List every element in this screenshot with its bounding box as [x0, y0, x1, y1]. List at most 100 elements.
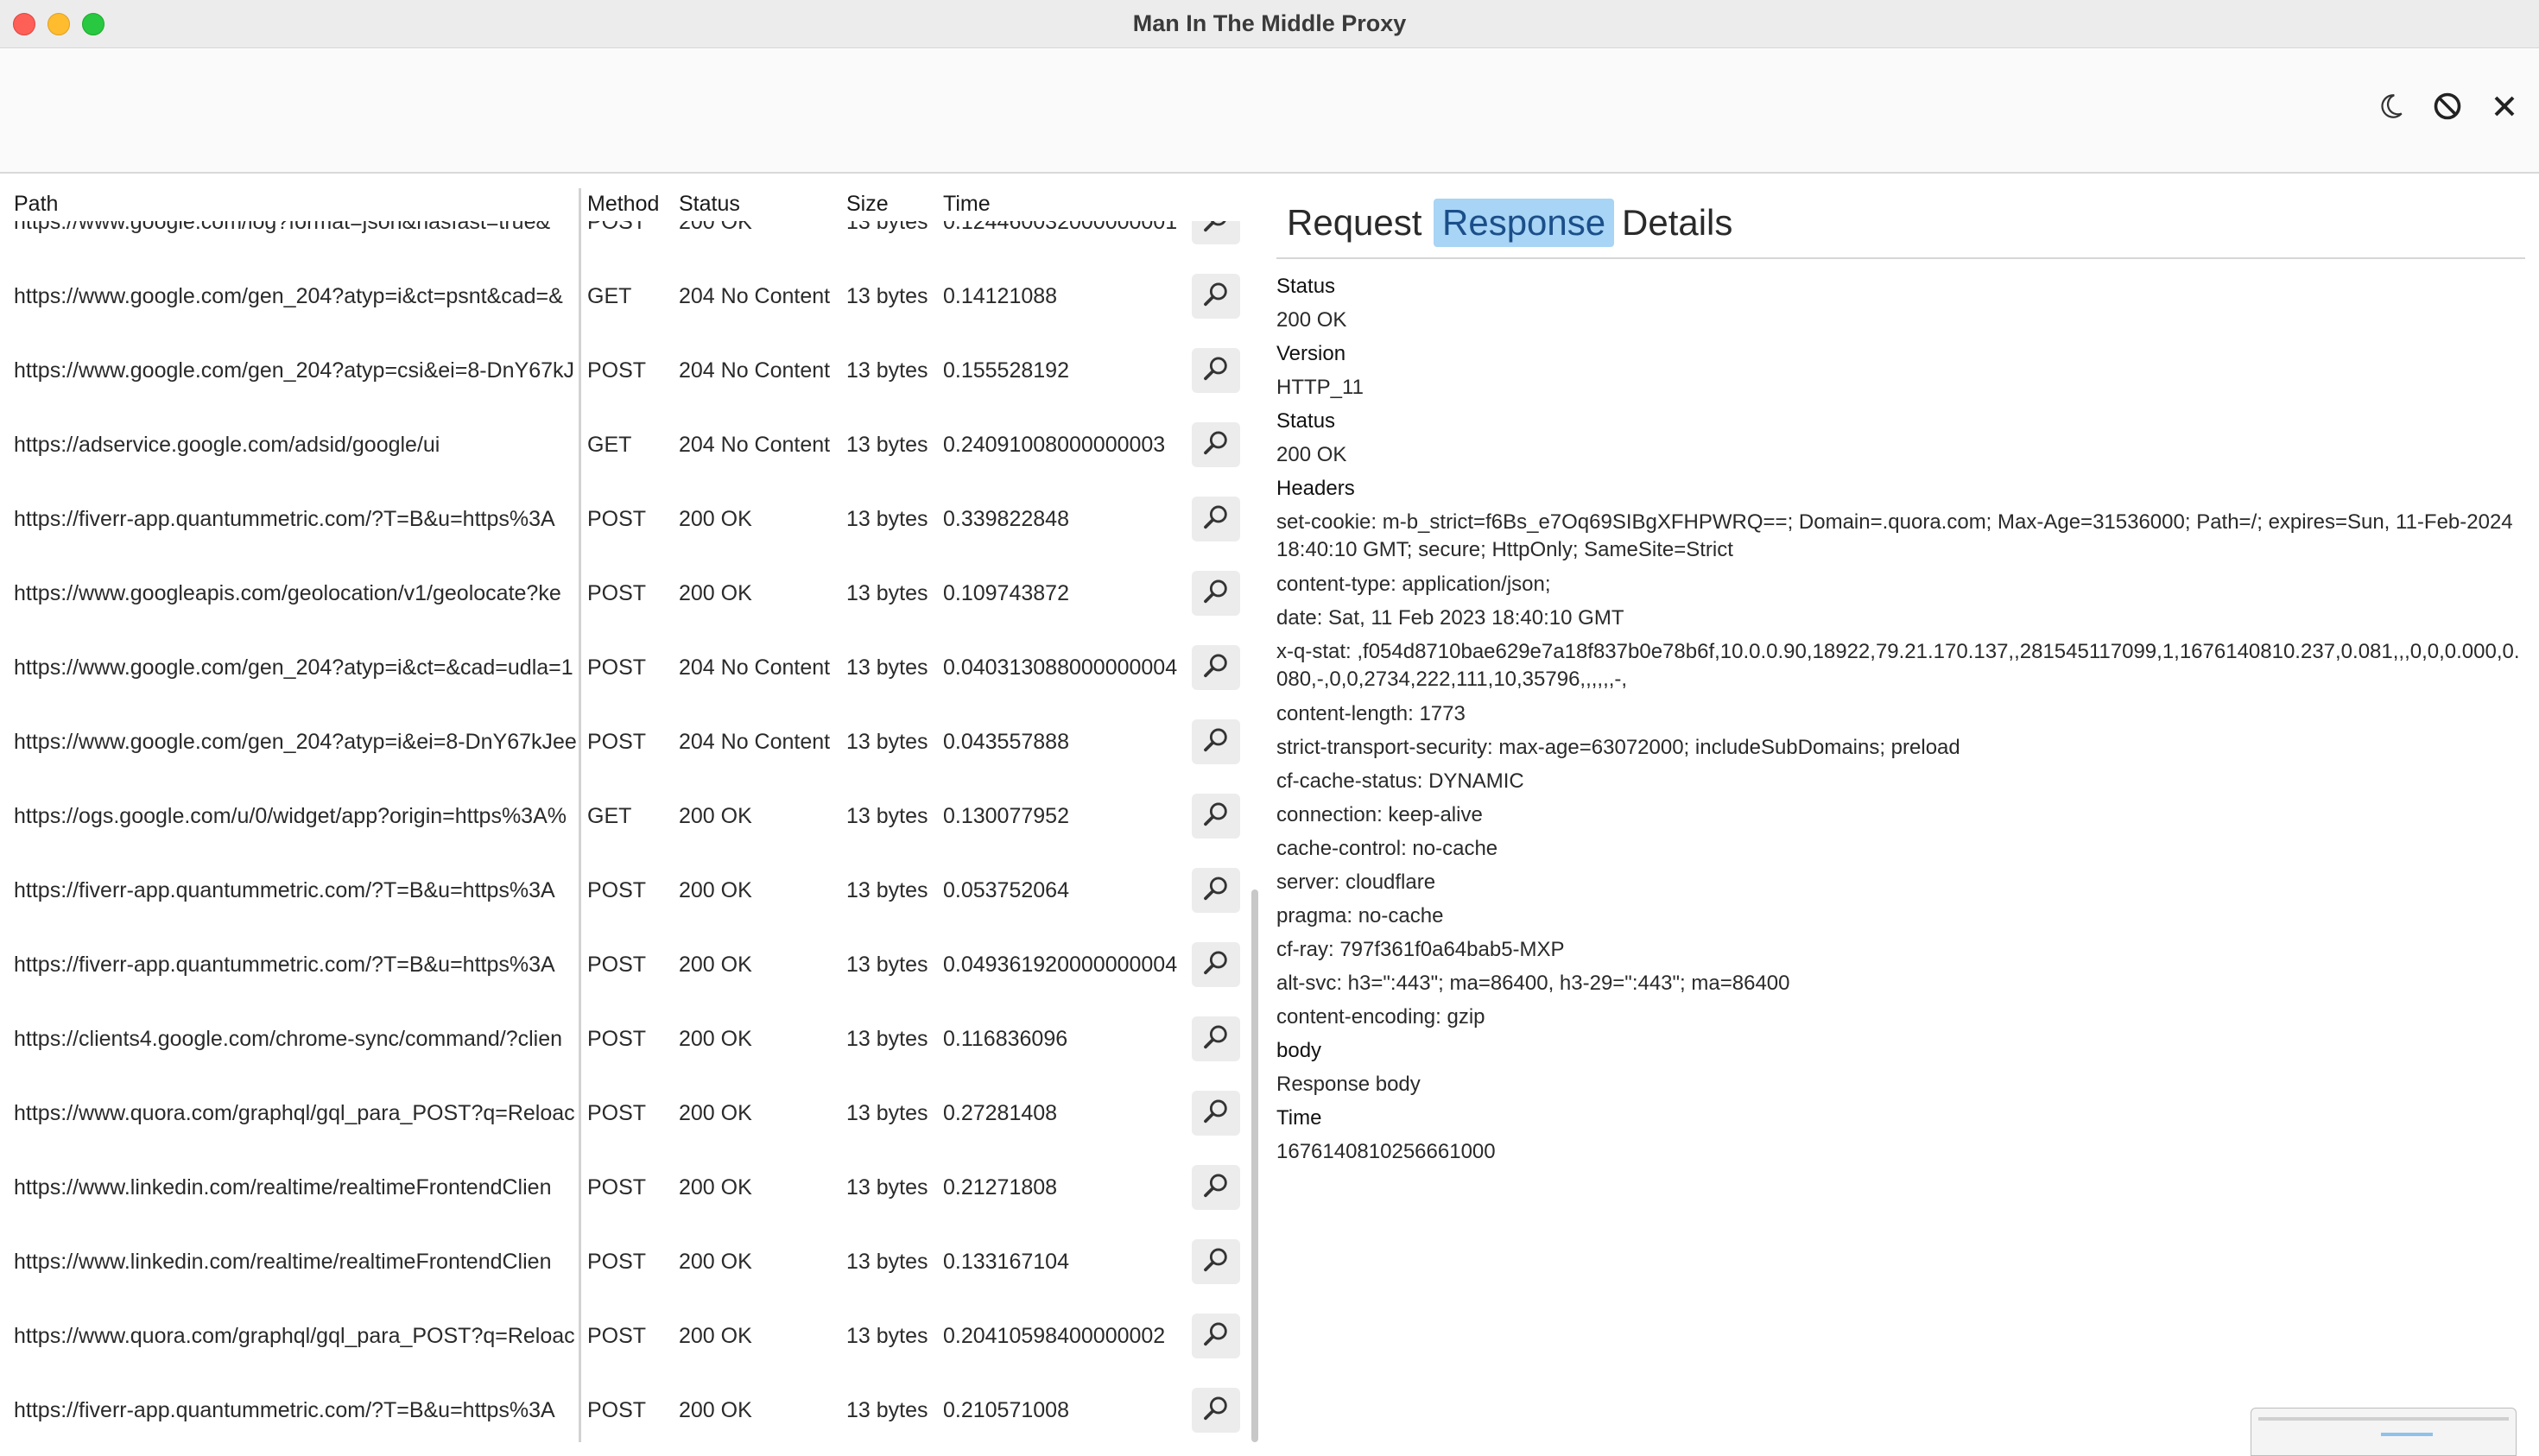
cell-size: 13 bytes	[846, 655, 928, 680]
table-row[interactable]: https://www.google.com/gen_204?atyp=csi&…	[0, 333, 1244, 408]
header-line: cf-cache-status: DYNAMIC	[1276, 769, 1524, 793]
cell-size: 13 bytes	[846, 284, 928, 308]
cell-status: 200 OK	[679, 581, 752, 605]
thumbnail-bar	[2258, 1417, 2509, 1421]
status-value: 200 OK	[1276, 308, 1347, 332]
inspect-button[interactable]	[1192, 719, 1240, 764]
column-header-time[interactable]: Time	[943, 192, 991, 217]
table-row[interactable]: https://www.google.com/gen_204?atyp=i&ei…	[0, 705, 1244, 779]
search-icon	[1201, 503, 1231, 536]
header-line: pragma: no-cache	[1276, 904, 1444, 927]
column-divider[interactable]	[579, 188, 581, 1442]
toolbar	[0, 49, 2539, 174]
header-line: alt-svc: h3=":443"; ma=86400, h3-29=":44…	[1276, 972, 1790, 995]
table-row[interactable]: https://www.google.com/gen_204?atyp=i&ct…	[0, 630, 1244, 705]
scrollbar-thumb[interactable]	[1251, 889, 1258, 1442]
inspect-button[interactable]	[1192, 868, 1240, 913]
cell-time: 0.20410598400000002	[943, 1324, 1166, 1348]
block-icon[interactable]	[2428, 87, 2466, 125]
cell-method: POST	[587, 1324, 647, 1348]
table-row[interactable]: https://www.google.com/gen_204?atyp=i&ct…	[0, 259, 1244, 333]
cell-method: POST	[587, 1175, 647, 1200]
inspect-button[interactable]	[1192, 1239, 1240, 1284]
inspect-button[interactable]	[1192, 645, 1240, 690]
cell-status: 200 OK	[679, 953, 752, 977]
inspect-button[interactable]	[1192, 1314, 1240, 1358]
status-label: Status	[1276, 275, 1336, 298]
search-icon	[1201, 354, 1231, 388]
cell-time: 0.116836096	[943, 1027, 1068, 1051]
search-icon	[1201, 428, 1231, 462]
cell-path: https://www.linkedin.com/realtime/realti…	[14, 1250, 552, 1274]
header-line: strict-transport-security: max-age=63072…	[1276, 736, 1960, 759]
cell-method: POST	[587, 878, 647, 902]
table-row-partial[interactable]: https://www.google.com/log?format=json&h…	[0, 221, 1244, 259]
header-line: cf-ray: 797f361f0a64bab5-MXP	[1276, 938, 1565, 961]
inspect-button[interactable]	[1192, 274, 1240, 319]
inspect-button[interactable]	[1192, 221, 1240, 244]
table-row[interactable]: https://clients4.google.com/chrome-sync/…	[0, 1002, 1244, 1076]
search-icon	[1201, 948, 1231, 982]
column-header-status[interactable]: Status	[679, 192, 740, 217]
search-icon	[1201, 577, 1231, 611]
window-thumbnail[interactable]	[2251, 1408, 2517, 1456]
header-line: server: cloudflare	[1276, 870, 1436, 894]
inspect-button[interactable]	[1192, 571, 1240, 616]
time-label: Time	[1276, 1106, 1322, 1130]
header-line: content-type: application/json;	[1276, 573, 1551, 596]
table-row[interactable]: https://www.googleapis.com/geolocation/v…	[0, 556, 1244, 630]
table-row[interactable]: https://fiverr-app.quantummetric.com/?T=…	[0, 1373, 1244, 1447]
cell-time: 0.040313088000000004	[943, 655, 1178, 680]
cell-path: https://fiverr-app.quantummetric.com/?T=…	[14, 507, 555, 531]
close-icon[interactable]	[2485, 87, 2523, 125]
request-table-body: https://www.google.com/log?format=json&h…	[0, 221, 1244, 1447]
cell-method: POST	[587, 730, 647, 754]
table-row[interactable]: https://www.linkedin.com/realtime/realti…	[0, 1225, 1244, 1299]
cell-time: 0.210571008	[943, 1398, 1069, 1422]
table-row[interactable]: https://www.quora.com/graphql/gql_para_P…	[0, 1299, 1244, 1373]
cell-time: 0.21271808	[943, 1175, 1058, 1200]
column-header-method[interactable]: Method	[587, 192, 659, 217]
table-row[interactable]: https://fiverr-app.quantummetric.com/?T=…	[0, 853, 1244, 927]
tab-response[interactable]: Response	[1434, 199, 1615, 247]
table-row[interactable]: https://www.linkedin.com/realtime/realti…	[0, 1150, 1244, 1225]
inspect-button[interactable]	[1192, 1091, 1240, 1136]
thumbnail-tab	[2381, 1433, 2433, 1436]
table-row[interactable]: https://ogs.google.com/u/0/widget/app?or…	[0, 779, 1244, 853]
tab-details[interactable]: Details	[1613, 199, 1741, 247]
cell-path: https://www.google.com/gen_204?atyp=csi&…	[14, 358, 574, 383]
cell-time: 0.049361920000000004	[943, 953, 1178, 977]
table-row[interactable]: https://adservice.google.com/adsid/googl…	[0, 408, 1244, 482]
inspect-button[interactable]	[1192, 794, 1240, 839]
inspect-button[interactable]	[1192, 348, 1240, 393]
cell-time: 0.27281408	[943, 1101, 1058, 1125]
inspect-button[interactable]	[1192, 1165, 1240, 1210]
table-row[interactable]: https://fiverr-app.quantummetric.com/?T=…	[0, 482, 1244, 556]
search-icon	[1201, 1171, 1231, 1205]
inspect-button[interactable]	[1192, 422, 1240, 467]
cell-path: https://www.google.com/gen_204?atyp=i&ct…	[14, 284, 563, 308]
cell-path: https://clients4.google.com/chrome-sync/…	[14, 1027, 563, 1051]
window-title: Man In The Middle Proxy	[1132, 10, 1407, 36]
inspect-button[interactable]	[1192, 1388, 1240, 1433]
tab-request[interactable]: Request	[1278, 199, 1430, 247]
table-row[interactable]: https://www.quora.com/graphql/gql_para_P…	[0, 1076, 1244, 1150]
column-header-size[interactable]: Size	[846, 192, 889, 217]
table-row[interactable]: https://fiverr-app.quantummetric.com/?T=…	[0, 927, 1244, 1002]
cell-path: https://adservice.google.com/adsid/googl…	[14, 433, 440, 457]
cell-status: 200 OK	[679, 221, 752, 234]
inspect-button[interactable]	[1192, 497, 1240, 541]
moon-icon[interactable]	[2371, 87, 2409, 125]
cell-status: 200 OK	[679, 1175, 752, 1200]
search-icon	[1201, 1245, 1231, 1279]
inspect-button[interactable]	[1192, 1016, 1240, 1061]
header-line: connection: keep-alive	[1276, 803, 1483, 826]
cell-size: 13 bytes	[846, 1027, 928, 1051]
cell-method: POST	[587, 221, 647, 234]
header-line: cache-control: no-cache	[1276, 837, 1498, 860]
cell-path: https://fiverr-app.quantummetric.com/?T=…	[14, 1398, 555, 1422]
column-header-path[interactable]: Path	[14, 192, 58, 217]
response-details: Status 200 OK Version HTTP_11 Status 200…	[1276, 269, 2525, 1168]
cell-size: 13 bytes	[846, 1324, 928, 1348]
inspect-button[interactable]	[1192, 942, 1240, 987]
